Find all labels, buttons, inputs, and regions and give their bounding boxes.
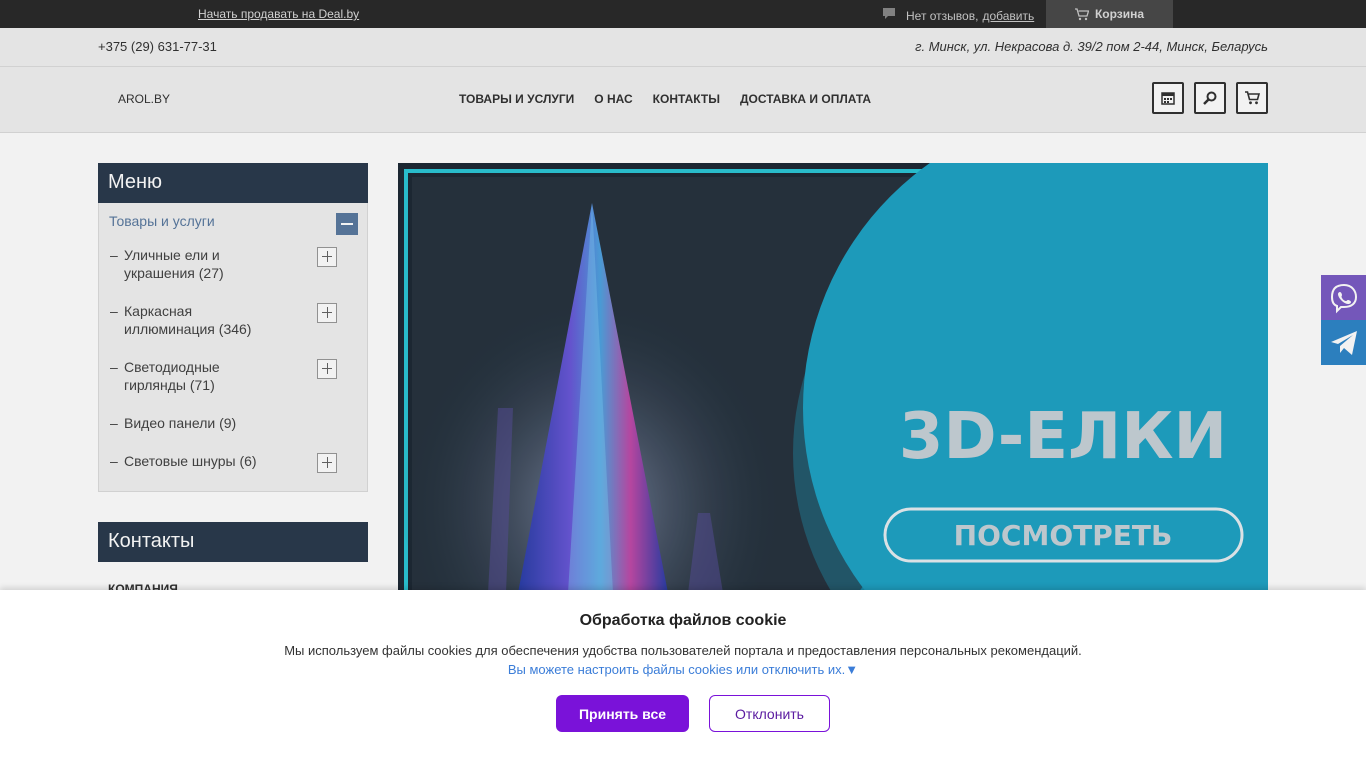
menu-item-light-cords[interactable]: – Световые шнуры (6): [110, 452, 294, 470]
info-bar: +375 (29) 631-77-31 г. Минск, ул. Некрас…: [0, 28, 1366, 67]
cookie-settings-link[interactable]: Вы можете настроить файлы cookies или от…: [0, 662, 1366, 677]
cart-label: Корзина: [1094, 7, 1145, 21]
expand-button[interactable]: [317, 453, 337, 473]
decline-button[interactable]: Отклонить: [709, 695, 830, 732]
address: г. Минск, ул. Некрасова д. 39/2 пом 2-44…: [915, 39, 1268, 54]
telegram-button[interactable]: [1321, 320, 1366, 365]
reviews-block: Нет отзывов, добавить: [882, 7, 1034, 24]
banner-headline: 3D-ЕЛКИ: [899, 400, 1227, 474]
cookie-title: Обработка файлов cookie: [579, 612, 787, 629]
menu-item-products-services[interactable]: Товары и услуги: [109, 213, 215, 229]
viber-icon: [1328, 282, 1360, 314]
expand-button[interactable]: [317, 303, 337, 323]
search-button[interactable]: [1194, 82, 1226, 114]
cart-button[interactable]: [1236, 82, 1268, 114]
menu-heading: Меню: [98, 163, 368, 203]
reviews-text: Нет отзывов,: [906, 8, 979, 23]
search-icon: [1203, 91, 1217, 105]
top-bar: Начать продавать на Deal.by Нет отзывов,…: [0, 0, 1366, 28]
site-logo[interactable]: AROL.BY: [118, 92, 170, 106]
nav-item-delivery[interactable]: ДОСТАВКА И ОПЛАТА: [740, 92, 871, 106]
viber-button[interactable]: [1321, 275, 1366, 320]
menu-item-led-garlands[interactable]: – Светодиодные гирлянды (71): [110, 358, 294, 394]
cookie-consent-panel: Обработка файлов cookie Мы используем фа…: [0, 590, 1366, 768]
menu-item-frame-illumination[interactable]: – Каркасная иллюминация (346): [110, 302, 294, 338]
main-navigation: AROL.BY ТОВАРЫ И УСЛУГИ О НАС КОНТАКТЫ Д…: [0, 67, 1366, 133]
phone-number[interactable]: +375 (29) 631-77-31: [98, 39, 217, 54]
contacts-heading: Контакты: [98, 522, 368, 562]
cookie-text: Мы используем файлы cookies для обеспече…: [284, 643, 1082, 658]
nav-menu: ТОВАРЫ И УСЛУГИ О НАС КОНТАКТЫ ДОСТАВКА …: [459, 92, 871, 106]
cart-tab[interactable]: Корзина: [1046, 0, 1173, 28]
nav-item-about[interactable]: О НАС: [594, 92, 632, 106]
calendar-button[interactable]: [1152, 82, 1184, 114]
header-tools: [1152, 82, 1268, 114]
banner-graphic: 3D-ЕЛКИ ПОСМОТРЕТЬ: [398, 163, 1268, 593]
start-selling-link[interactable]: Начать продавать на Deal.by: [198, 7, 359, 21]
banner-cta-label: ПОСМОТРЕТЬ: [954, 519, 1173, 552]
telegram-icon: [1329, 329, 1359, 357]
expand-button[interactable]: [317, 247, 337, 267]
add-review-link[interactable]: добавить: [982, 9, 1034, 23]
cart-icon: [1074, 7, 1089, 21]
collapse-button[interactable]: [336, 213, 358, 235]
nav-item-products[interactable]: ТОВАРЫ И УСЛУГИ: [459, 92, 574, 106]
cart-icon: [1244, 91, 1260, 105]
reviews-icon: [882, 7, 896, 24]
accept-all-button[interactable]: Принять все: [556, 695, 689, 732]
expand-button[interactable]: [317, 359, 337, 379]
promo-banner[interactable]: 3D-ЕЛКИ ПОСМОТРЕТЬ: [398, 163, 1268, 593]
nav-item-contacts[interactable]: КОНТАКТЫ: [653, 92, 720, 106]
calendar-icon: [1161, 91, 1175, 105]
menu-item-street-trees[interactable]: – Уличные ели и украшения (27): [110, 246, 294, 282]
minus-icon: [341, 223, 353, 225]
menu-item-video-panels[interactable]: – Видео панели (9): [110, 414, 294, 432]
